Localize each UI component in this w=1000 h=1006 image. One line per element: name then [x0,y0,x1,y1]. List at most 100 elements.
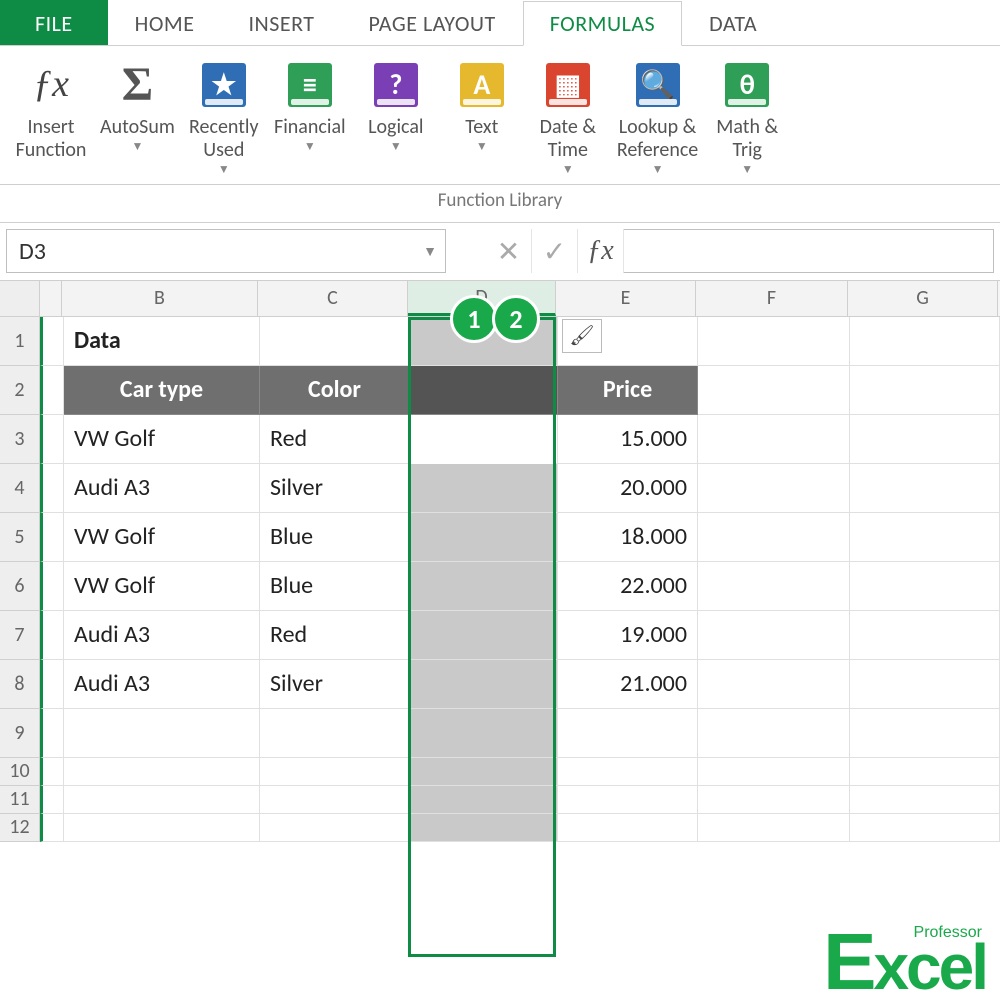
fx-icon: ƒx [33,63,69,107]
chevron-down-icon: ▼ [218,164,230,178]
cell[interactable]: Red [260,415,410,464]
insert-function-button[interactable]: ƒx Insert Function [8,56,94,166]
cell[interactable]: Red [260,611,410,660]
logical-label: Logical [368,116,423,139]
autosum-button[interactable]: Σ AutoSum ▼ [94,56,181,159]
theta-book-icon: θ [725,63,769,107]
table-header-price[interactable]: Price [558,366,698,415]
row-header[interactable]: 6 [0,562,40,611]
row-header[interactable]: 11 [0,786,40,814]
row-header[interactable]: 12 [0,814,40,842]
sigma-icon: Σ [122,57,153,112]
cell[interactable]: VW Golf [64,562,260,611]
row-header[interactable]: 7 [0,611,40,660]
math-trig-label: Math & Trig [716,116,778,162]
table-header-blank[interactable] [410,366,558,415]
name-box-value: D3 [19,237,46,266]
row-header[interactable]: 10 [0,758,40,786]
cell[interactable]: 15.000 [558,415,698,464]
chevron-down-icon: ▼ [390,141,402,155]
cell[interactable]: Audi A3 [64,464,260,513]
coins-book-icon: ≡ [288,63,332,107]
cell[interactable] [410,464,558,513]
spreadsheet-grid: B C D E F G 1 Data 2 Car type Color Pric… [0,281,1000,842]
col-header-F[interactable]: F [696,281,848,316]
tab-data[interactable]: DATA [682,0,784,45]
logical-button[interactable]: ? Logical ▼ [353,56,439,159]
select-all-corner[interactable] [0,281,40,316]
recently-used-label: Recently Used [189,116,259,162]
cell[interactable] [410,660,558,709]
ribbon-group-label: Function Library [0,185,1000,223]
text-button[interactable]: A Text ▼ [439,56,525,159]
cell[interactable]: VW Golf [64,415,260,464]
autosum-label: AutoSum [100,116,175,139]
cell[interactable]: Silver [260,660,410,709]
star-book-icon: ★ [202,63,246,107]
col-header-C[interactable]: C [258,281,408,316]
calendar-book-icon: ▦ [546,63,590,107]
cell[interactable] [410,562,558,611]
cell[interactable]: Blue [260,513,410,562]
col-header-B[interactable]: B [62,281,258,316]
fx-icon[interactable]: ƒx [578,229,624,273]
cell-B1[interactable]: Data [64,317,260,366]
chevron-down-icon: ▼ [562,164,574,178]
cancel-formula-button[interactable]: ✕ [486,229,532,273]
cell[interactable]: 18.000 [558,513,698,562]
chevron-down-icon[interactable]: ▼ [423,243,437,260]
cell[interactable]: Blue [260,562,410,611]
chevron-down-icon: ▼ [131,141,143,155]
lookup-reference-label: Lookup & Reference [617,116,698,162]
paste-options-icon[interactable]: 🖌 [562,319,602,353]
cell[interactable]: 21.000 [558,660,698,709]
table-header-color[interactable]: Color [260,366,410,415]
formula-input[interactable] [624,229,994,273]
cell[interactable]: Audi A3 [64,660,260,709]
ribbon-formulas: ƒx Insert Function Σ AutoSum ▼ ★ Recentl… [0,46,1000,185]
annotation-badge-1: 1 [450,295,498,343]
row-header[interactable]: 1 [0,317,40,366]
enter-formula-button[interactable]: ✓ [532,229,578,273]
tab-insert[interactable]: INSERT [221,0,341,45]
col-header-E[interactable]: E [556,281,696,316]
ribbon-tabs: FILE HOME INSERT PAGE LAYOUT FORMULAS DA… [0,0,1000,46]
cell[interactable]: 19.000 [558,611,698,660]
col-header-A[interactable] [40,281,62,316]
tab-home[interactable]: HOME [108,0,222,45]
chevron-down-icon: ▼ [476,141,488,155]
cell[interactable] [410,611,558,660]
cell[interactable]: Silver [260,464,410,513]
cell[interactable]: 22.000 [558,562,698,611]
col-header-G[interactable]: G [848,281,998,316]
chevron-down-icon: ▼ [741,164,753,178]
search-book-icon: 🔍 [636,63,680,107]
table-header-car-type[interactable]: Car type [64,366,260,415]
row-header[interactable]: 2 [0,366,40,415]
cell[interactable] [410,513,558,562]
formula-bar: D3 ▼ ✕ ✓ ƒx [0,223,1000,281]
name-box[interactable]: D3 ▼ [6,229,446,273]
date-time-button[interactable]: ▦ Date & Time ▼ [525,56,611,182]
cell-C1[interactable] [260,317,410,366]
text-label: Text [465,116,498,139]
tab-page-layout[interactable]: PAGE LAYOUT [342,0,523,45]
row-header[interactable]: 9 [0,709,40,758]
row-header[interactable]: 3 [0,415,40,464]
financial-button[interactable]: ≡ Financial ▼ [267,56,353,159]
cell[interactable] [410,415,558,464]
tab-file[interactable]: FILE [0,0,108,45]
lookup-reference-button[interactable]: 🔍 Lookup & Reference ▼ [611,56,704,182]
row-header[interactable]: 4 [0,464,40,513]
math-trig-button[interactable]: θ Math & Trig ▼ [704,56,790,182]
a-book-icon: A [460,63,504,107]
cell[interactable]: Audi A3 [64,611,260,660]
cell[interactable]: VW Golf [64,513,260,562]
tab-formulas[interactable]: FORMULAS [523,1,682,46]
recently-used-button[interactable]: ★ Recently Used ▼ [181,56,267,182]
insert-function-label: Insert Function [16,116,87,162]
cell[interactable]: 20.000 [558,464,698,513]
annotation-badge-2: 2 [492,295,540,343]
row-header[interactable]: 5 [0,513,40,562]
row-header[interactable]: 8 [0,660,40,709]
